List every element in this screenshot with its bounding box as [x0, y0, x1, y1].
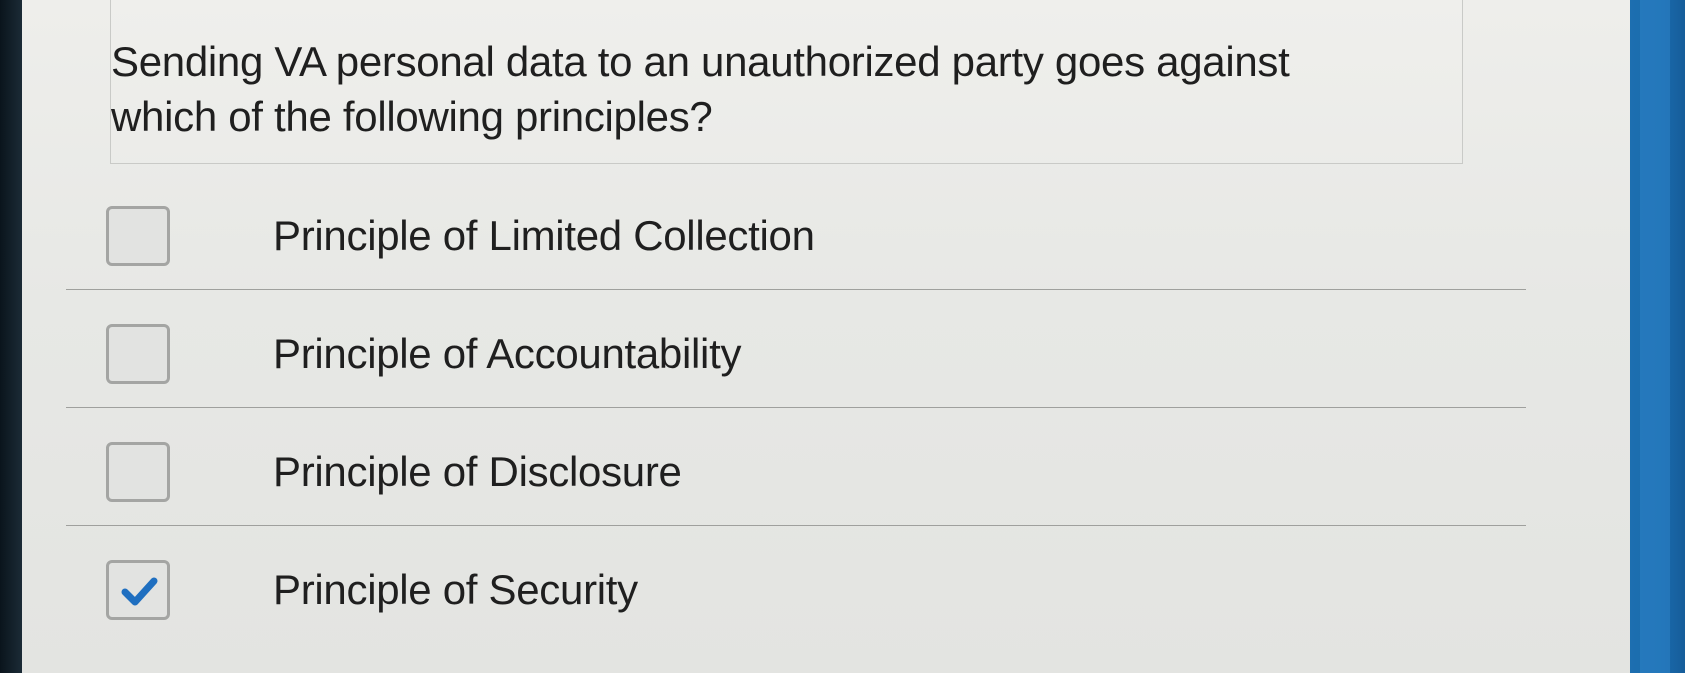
screen-bezel: [0, 0, 22, 673]
page-scrollbar[interactable]: [1630, 0, 1685, 673]
option-label[interactable]: Principle of Security: [273, 566, 638, 614]
option-label[interactable]: Principle of Accountability: [273, 330, 741, 378]
option-label[interactable]: Principle of Disclosure: [273, 448, 682, 496]
option-disclosure[interactable]: Principle of Disclosure: [66, 408, 1526, 526]
option-limited-collection[interactable]: Principle of Limited Collection: [66, 172, 1526, 290]
option-accountability[interactable]: Principle of Accountability: [66, 290, 1526, 408]
checkbox-limited-collection[interactable]: [106, 206, 170, 266]
checkbox-security[interactable]: [106, 560, 170, 620]
checkbox-disclosure[interactable]: [106, 442, 170, 502]
checkmark-icon: [121, 577, 158, 606]
checkbox-accountability[interactable]: [106, 324, 170, 384]
scrollbar-thumb[interactable]: [1640, 0, 1670, 673]
screen: Sending VA personal data to an unauthori…: [0, 0, 1685, 673]
question-text: Sending VA personal data to an unauthori…: [111, 38, 1290, 140]
option-label[interactable]: Principle of Limited Collection: [273, 212, 815, 260]
option-security[interactable]: Principle of Security: [66, 526, 1526, 644]
